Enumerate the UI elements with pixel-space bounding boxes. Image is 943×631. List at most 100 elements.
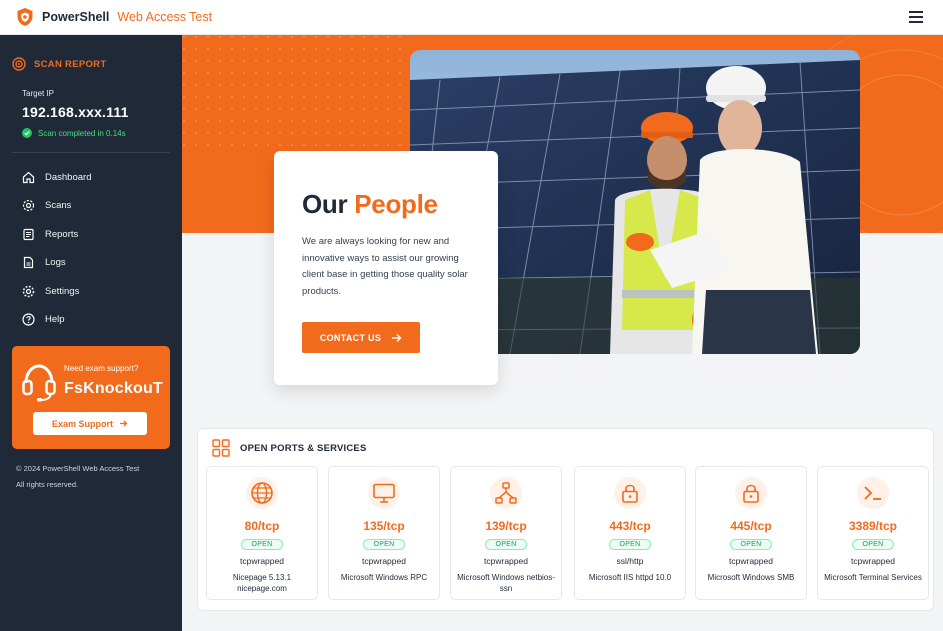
port-protocol: tcpwrapped <box>729 556 773 566</box>
port-number: 445/tcp <box>730 519 772 533</box>
menu-icon-bar <box>909 21 923 23</box>
contact-us-button[interactable]: CONTACT US <box>302 322 420 353</box>
grid-icon <box>212 439 230 457</box>
sidebar-item-logs[interactable]: Logs <box>12 249 170 278</box>
file-icon <box>23 257 34 269</box>
copyright-line: All rights reserved. <box>16 480 79 489</box>
sidebar-item-reports[interactable]: Reports <box>12 220 170 249</box>
port-number: 139/tcp <box>485 519 527 533</box>
home-icon <box>22 171 35 183</box>
terminal-icon <box>864 486 881 500</box>
scan-status: Scan completed in 0.14s <box>12 128 170 138</box>
shield-logo-icon <box>17 8 33 26</box>
port-status-badge: OPEN <box>363 539 405 550</box>
hero-title-accent: People <box>354 189 438 219</box>
sidebar-item-label: Dashboard <box>45 171 92 183</box>
port-card-3389[interactable]: 3389/tcp OPEN tcpwrapped Microsoft Termi… <box>817 466 929 600</box>
app-title: PowerShell <box>42 10 110 24</box>
sidebar-item-label: Settings <box>45 285 80 297</box>
ports-title: OPEN PORTS & SERVICES <box>240 442 367 454</box>
port-card-445[interactable]: 445/tcp OPEN tcpwrapped Microsoft Window… <box>695 466 807 600</box>
port-icon-wrap <box>490 477 522 509</box>
sidebar-item-help[interactable]: Help <box>12 306 170 335</box>
exam-support-button-label: Exam Support <box>51 418 113 429</box>
settings-icon <box>22 285 35 297</box>
sidebar: SCAN REPORT Target IP 192.168.xxx.111 Sc… <box>0 35 182 631</box>
port-card-135[interactable]: 135/tcp OPEN tcpwrapped Microsoft Window… <box>328 466 440 600</box>
copyright-line: © 2024 PowerShell Web Access Test <box>16 464 140 473</box>
port-protocol: tcpwrapped <box>362 556 406 566</box>
hamburger-menu-button[interactable] <box>905 7 927 27</box>
port-status-badge: OPEN <box>852 539 894 550</box>
port-icon-wrap <box>368 477 400 509</box>
sidebar-item-scans[interactable]: Scans <box>12 192 170 221</box>
contact-us-button-label: CONTACT US <box>319 332 382 343</box>
arrow-right-icon <box>120 420 128 427</box>
port-status-badge: OPEN <box>730 539 772 550</box>
scan-report-header: SCAN REPORT <box>12 57 170 71</box>
brand[interactable]: PowerShell Web Access Test <box>16 7 212 27</box>
menu-icon-bar <box>909 16 923 18</box>
hero-title: Our People <box>302 189 470 220</box>
exam-support-button[interactable]: Exam Support <box>33 412 147 435</box>
port-icon-wrap <box>735 477 767 509</box>
port-protocol: tcpwrapped <box>240 556 284 566</box>
port-service: Microsoft Windows netbios-ssn <box>457 573 555 593</box>
headset-icon <box>22 364 56 402</box>
support-question: Need exam support? <box>64 364 139 373</box>
globe-icon <box>251 482 273 504</box>
menu-icon <box>909 11 923 13</box>
ports-header: OPEN PORTS & SERVICES <box>212 439 367 457</box>
port-number: 135/tcp <box>363 519 405 533</box>
target-ip-label: Target IP <box>22 89 55 98</box>
port-service: Nicepage 5.13.1 nicepage.com <box>232 573 292 593</box>
port-service: Microsoft Terminal Services <box>824 573 922 582</box>
check-circle-icon <box>22 128 32 138</box>
open-ports-panel: OPEN PORTS & SERVICES 80/tcp OPEN tcpwra… <box>197 428 934 611</box>
lock-icon <box>743 484 759 503</box>
top-bar: PowerShell Web Access Test <box>0 0 943 35</box>
gear-icon <box>22 200 35 212</box>
port-icon-wrap <box>857 477 889 509</box>
scan-report-title: SCAN REPORT <box>34 58 107 70</box>
port-card-139[interactable]: 139/tcp OPEN tcpwrapped Microsoft Window… <box>450 466 562 600</box>
port-protocol: ssl/http <box>616 556 644 566</box>
port-number: 80/tcp <box>244 519 280 533</box>
help-icon <box>22 313 35 326</box>
port-icon-wrap <box>246 477 278 509</box>
port-protocol: tcpwrapped <box>851 556 895 566</box>
target-ip-value: 192.168.xxx.111 <box>22 104 129 120</box>
monitor-icon <box>373 483 395 503</box>
network-icon <box>495 482 517 504</box>
port-service: Microsoft Windows SMB <box>707 573 795 582</box>
port-status-badge: OPEN <box>241 539 283 550</box>
sidebar-item-label: Help <box>45 314 65 326</box>
sidebar-item-settings[interactable]: Settings <box>12 277 170 306</box>
port-service: Microsoft Windows RPC <box>340 573 428 582</box>
hero-description: We are always looking for new and innova… <box>302 236 468 297</box>
scan-status-text: Scan completed in 0.14s <box>38 128 126 138</box>
hero-title-plain: Our <box>302 189 348 219</box>
port-protocol: tcpwrapped <box>484 556 528 566</box>
port-status-badge: OPEN <box>609 539 651 550</box>
radar-icon <box>12 57 26 71</box>
sidebar-item-dashboard[interactable]: Dashboard <box>12 163 170 192</box>
port-card-443[interactable]: 443/tcp OPEN ssl/http Microsoft IIS http… <box>574 466 686 600</box>
sidebar-divider <box>12 152 170 153</box>
arrow-right-icon <box>392 333 402 342</box>
sidebar-item-label: Reports <box>45 228 79 240</box>
port-card-80[interactable]: 80/tcp OPEN tcpwrapped Nicepage 5.13.1 n… <box>206 466 318 600</box>
sidebar-item-label: Logs <box>45 257 66 269</box>
app-subtitle: Web Access Test <box>117 10 213 24</box>
support-name: FsKnockouT <box>64 380 163 397</box>
lock-icon <box>622 484 638 503</box>
sidebar-item-label: Scans <box>45 200 72 212</box>
document-icon <box>23 228 34 240</box>
port-icon-wrap <box>614 477 646 509</box>
exam-support-card: Need exam support? FsKnockouT Exam Suppo… <box>12 346 170 449</box>
port-number: 443/tcp <box>609 519 651 533</box>
port-service: Microsoft IIS httpd 10.0 <box>588 573 672 582</box>
port-number: 3389/tcp <box>848 519 898 533</box>
copyright: © 2024 PowerShell Web Access Test All ri… <box>12 461 170 493</box>
port-status-badge: OPEN <box>485 539 527 550</box>
